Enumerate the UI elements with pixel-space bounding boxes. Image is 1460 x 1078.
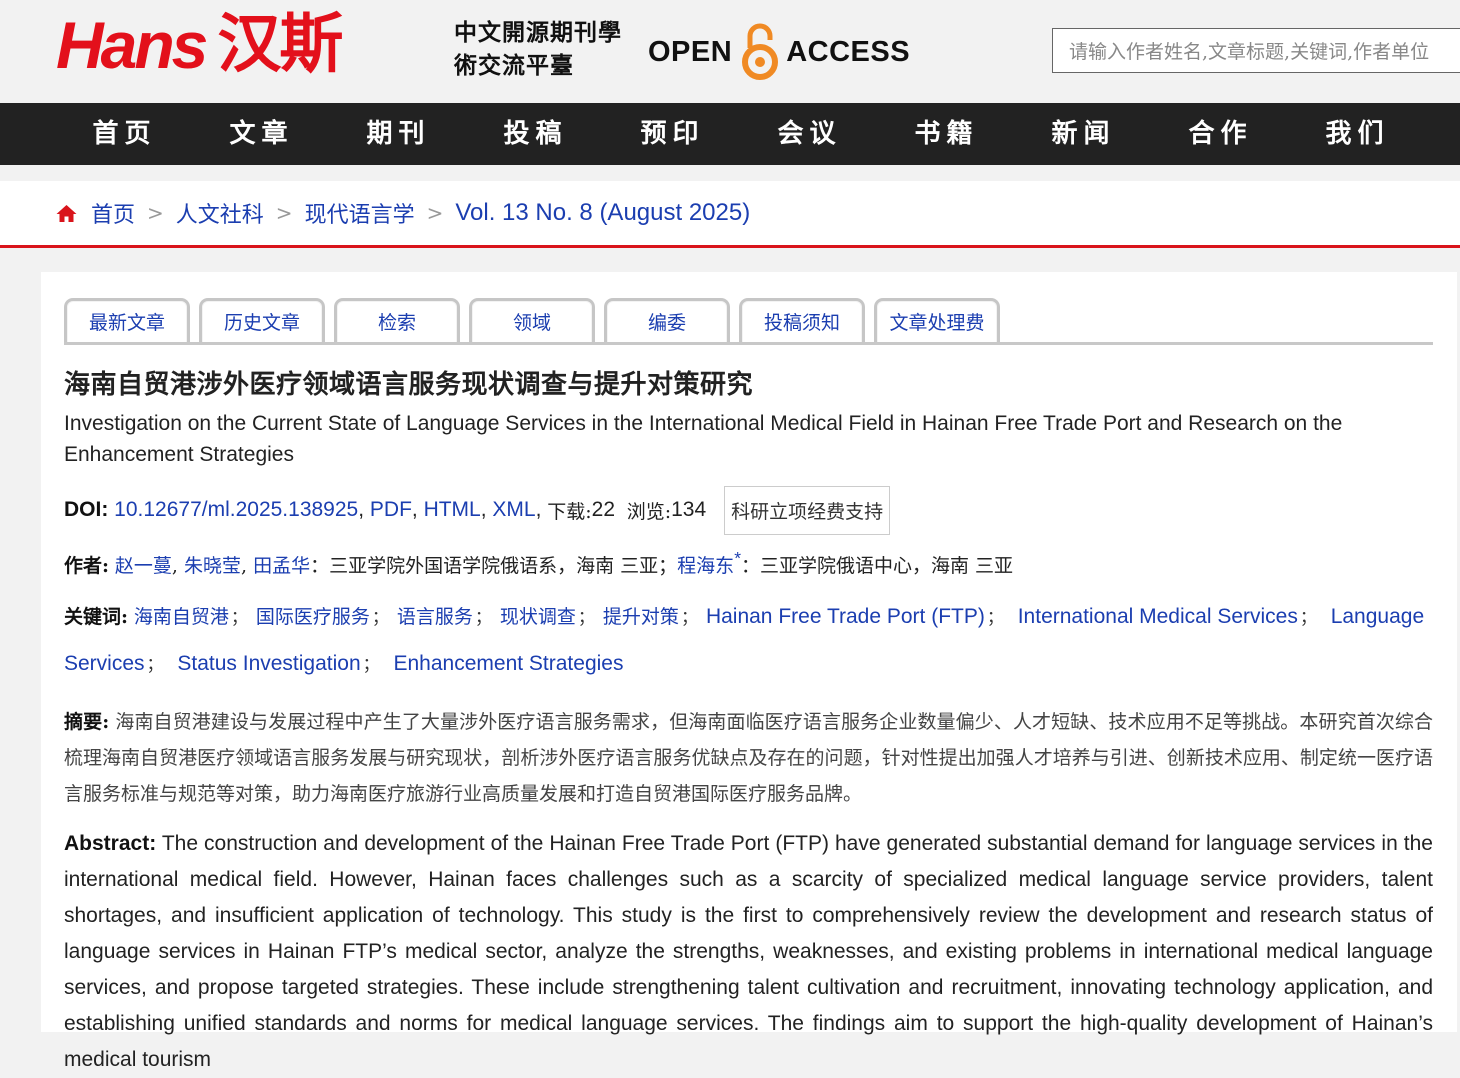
corresponding-mark: * <box>734 548 741 568</box>
nav-about[interactable]: 我们 <box>1289 103 1426 165</box>
breadcrumb-separator: > <box>147 201 164 225</box>
main-nav: 首页 文章 期刊 投稿 预印 会议 书籍 新闻 合作 我们 <box>0 103 1460 165</box>
hans-logo[interactable]: Hans 汉斯 <box>56 8 343 82</box>
keyword-link[interactable]: 现状调查 <box>500 606 576 628</box>
tab-latest-articles[interactable]: 最新文章 <box>64 298 190 344</box>
breadcrumb-separator: > <box>426 201 444 225</box>
oa-open-text: OPEN <box>648 35 733 68</box>
logo-chinese: 汉斯 <box>217 8 343 82</box>
home-icon <box>56 204 77 222</box>
keyword-link[interactable]: 提升对策 <box>603 606 679 628</box>
downloads-label: 下载: <box>547 500 592 523</box>
breadcrumb-separator: > <box>275 201 293 225</box>
nav-books[interactable]: 书籍 <box>878 103 1015 165</box>
site-header: Hans 汉斯 中文開源期刊學術交流平臺 OPEN ACCESS 请输入作者姓名… <box>0 0 1460 103</box>
open-access-logo: OPEN ACCESS <box>648 22 910 82</box>
nav-articles[interactable]: 文章 <box>193 103 330 165</box>
author-link-corresponding[interactable]: 程海东 <box>677 555 734 577</box>
author-link[interactable]: 朱晓莹 <box>184 555 241 577</box>
nav-conferences[interactable]: 会议 <box>741 103 878 165</box>
keyword-link[interactable]: 国际医疗服务 <box>256 606 370 628</box>
nav-home[interactable]: 首页 <box>56 103 193 165</box>
breadcrumb: 首页 > 人文社科 > 现代语言学 > Vol. 13 No. 8 (Augus… <box>0 181 1460 248</box>
article-content: 海南自贸港涉外医疗领域语言服务现状调查与提升对策研究 Investigation… <box>64 362 1433 1078</box>
doi-label: DOI: <box>64 498 109 521</box>
logo-latin: Hans <box>56 8 208 82</box>
oa-access-text: ACCESS <box>786 35 911 68</box>
tab-search[interactable]: 检索 <box>334 298 460 344</box>
breadcrumb-journal[interactable]: 现代语言学 <box>305 197 415 229</box>
authors-row: 作者: 赵一蔓, 朱晓莹, 田孟华：三亚学院外国语学院俄语系，海南 三亚；程海东… <box>64 548 1014 577</box>
open-access-lock-icon <box>742 23 779 80</box>
doi-row: DOI: 10.12677/ml.2025.138925, PDF, HTML,… <box>64 485 1433 535</box>
views-count: 134 <box>671 498 707 521</box>
author-affiliation: 三亚学院俄语中心，海南 三亚 <box>760 555 1014 577</box>
authors-label: 作者: <box>64 555 110 577</box>
nav-cooperation[interactable]: 合作 <box>1152 103 1289 165</box>
keyword-link[interactable]: Enhancement Strategies <box>394 652 624 675</box>
keyword-link[interactable]: Hainan Free Trade Port (FTP) <box>706 605 985 628</box>
keyword-link[interactable]: Status Investigation <box>177 652 360 675</box>
keywords-row: 关键词: 海南自贸港；国际医疗服务；语言服务；现状调查；提升对策； Hainan … <box>64 605 1425 675</box>
keyword-link[interactable]: International Medical Services <box>1018 605 1298 628</box>
breadcrumb-issue[interactable]: Vol. 13 No. 8 (August 2025) <box>455 199 750 227</box>
tab-apc[interactable]: 文章处理费 <box>874 298 1000 344</box>
logo-subtitle: 中文開源期刊學術交流平臺 <box>454 19 622 79</box>
search-input[interactable]: 请输入作者姓名,文章标题,关键词,作者单位 <box>1052 28 1460 73</box>
breadcrumb-home[interactable]: 首页 <box>91 197 135 229</box>
abstract-cn-text: 海南自贸港建设与发展过程中产生了大量涉外医疗语言服务需求，但海南面临医疗语言服务… <box>64 711 1433 805</box>
tab-archive[interactable]: 历史文章 <box>199 298 325 344</box>
journal-tabs: 最新文章 历史文章 检索 领域 编委 投稿须知 文章处理费 <box>64 298 1009 344</box>
abstract-en-text: The construction and development of the … <box>64 832 1433 1071</box>
views-label: 浏览: <box>626 500 672 523</box>
tab-submission-guide[interactable]: 投稿须知 <box>739 298 865 344</box>
funding-button[interactable]: 科研立项经费支持 <box>724 485 891 535</box>
keyword-link[interactable]: 语言服务 <box>397 606 473 628</box>
tab-editorial-board[interactable]: 编委 <box>604 298 730 344</box>
breadcrumb-humanities[interactable]: 人文社科 <box>176 197 264 229</box>
tab-divider <box>64 342 1433 345</box>
article-title-cn: 海南自贸港涉外医疗领域语言服务现状调查与提升对策研究 <box>64 370 754 400</box>
tab-scope[interactable]: 领域 <box>469 298 595 344</box>
abstract-en: Abstract: The construction and developme… <box>64 826 1433 1078</box>
article-panel: 最新文章 历史文章 检索 领域 编委 投稿须知 文章处理费 海南自贸港涉外医疗领… <box>41 272 1457 1071</box>
author-link[interactable]: 田孟华 <box>253 555 310 577</box>
pdf-link[interactable]: PDF <box>370 498 412 522</box>
nav-preprint[interactable]: 预印 <box>604 103 741 165</box>
downloads-count: 22 <box>591 498 616 521</box>
author-affiliation: 三亚学院外国语学院俄语系，海南 三亚 <box>329 555 659 577</box>
nav-news[interactable]: 新闻 <box>1015 103 1152 165</box>
author-link[interactable]: 赵一蔓 <box>115 555 172 577</box>
abstract-en-label: Abstract: <box>64 832 157 855</box>
abstract-cn: 摘要: 海南自贸港建设与发展过程中产生了大量涉外医疗语言服务需求，但海南面临医疗… <box>64 704 1433 812</box>
abstract-cn-label: 摘要: <box>64 711 110 733</box>
keyword-link[interactable]: 海南自贸港 <box>134 606 229 628</box>
xml-link[interactable]: XML <box>492 498 535 522</box>
doi-link[interactable]: 10.12677/ml.2025.138925 <box>114 498 358 522</box>
keywords-label: 关键词: <box>64 606 129 628</box>
html-link[interactable]: HTML <box>424 498 481 522</box>
nav-submit[interactable]: 投稿 <box>467 103 604 165</box>
article-title-en: Investigation on the Current State of La… <box>64 412 1343 466</box>
nav-journals[interactable]: 期刊 <box>330 103 467 165</box>
